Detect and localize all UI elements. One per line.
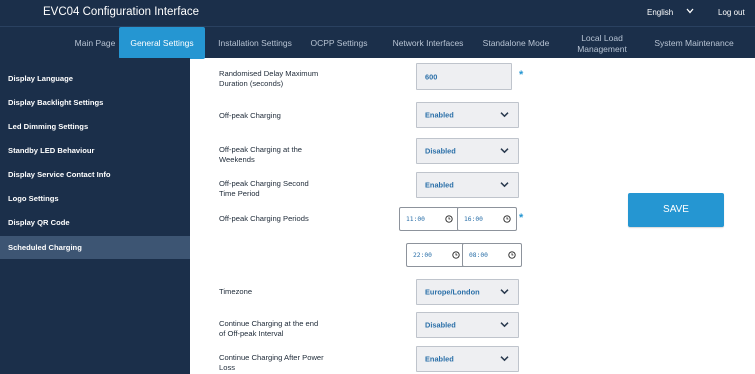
offpeak-second-select[interactable]: Enabled [416,172,519,198]
timezone-label: Timezone [219,287,253,296]
continue-end-label: Continue Charging at the end of Off-peak… [219,319,318,339]
sidebar-item-service-contact[interactable]: Display Service Contact Info [0,163,190,186]
save-button[interactable]: SAVE [628,193,724,227]
tab-system-maintenance[interactable]: System Maintenance [648,27,740,59]
continue-power-label: Continue Charging After Power Loss [219,353,324,373]
offpeak-second-label: Off-peak Charging Second Time Period [219,179,309,199]
chevron-down-icon [500,148,509,154]
period2-end-input[interactable]: 08:00 [462,243,522,267]
continue-end-select[interactable]: Disabled [416,312,519,338]
continue-power-label-line2: Loss [219,363,236,372]
period1-end-input[interactable]: 16:00 [457,207,517,231]
logout-link[interactable]: Log out [718,8,745,17]
offpeak-weekends-label-line2: Weekends [219,155,255,164]
required-asterisk: * [519,69,524,81]
sidebar-item-display-backlight[interactable]: Display Backlight Settings [0,91,190,114]
tab-ocpp-settings[interactable]: OCPP Settings [304,27,374,59]
random-delay-label: Randomised Delay Maximum Duration (secon… [219,69,318,89]
chevron-down-icon [500,322,509,328]
sidebar-item-display-qr[interactable]: Display QR Code [0,211,190,234]
clock-icon[interactable] [452,251,460,259]
chevron-down-icon [500,356,509,362]
random-delay-label-line2: Duration (seconds) [219,79,284,88]
tab-standalone-mode[interactable]: Standalone Mode [478,27,554,59]
clock-icon[interactable] [503,215,511,223]
timezone-select[interactable]: Europe/London [416,279,519,305]
offpeak-weekends-select[interactable]: Disabled [416,138,519,164]
continue-end-label-line2: of Off-peak Interval [219,329,284,338]
random-delay-label-line1: Randomised Delay Maximum [219,69,319,78]
offpeak-periods-label: Off-peak Charging Periods [219,214,309,223]
offpeak-second-label-line1: Off-peak Charging Second [219,179,309,188]
offpeak-second-label-line2: Time Period [219,189,260,198]
offpeak-charging-value: Enabled [425,110,454,120]
period1-start-input[interactable]: 11:00 [399,207,459,231]
tab-installation-settings[interactable]: Installation Settings [212,27,298,59]
period2-start-value: 22:00 [413,252,432,259]
period1-end-value: 16:00 [464,216,483,223]
continue-end-value: Disabled [425,320,456,330]
offpeak-charging-select[interactable]: Enabled [416,102,519,128]
tab-local-load-line2: Management [577,43,627,54]
sidebar-item-logo-settings[interactable]: Logo Settings [0,187,190,210]
main-nav: Main Page General Settings Installation … [0,26,755,59]
offpeak-weekends-value: Disabled [425,146,456,156]
chevron-down-icon [500,289,509,295]
sidebar: Display Language Display Backlight Setti… [0,58,190,374]
sidebar-item-led-dimming[interactable]: Led Dimming Settings [0,115,190,138]
tab-local-load-management[interactable]: Local Load Management [572,27,632,59]
clock-icon[interactable] [508,251,516,259]
app-title: EVC04 Configuration Interface [43,6,199,18]
random-delay-input[interactable]: 600 [416,63,512,90]
offpeak-weekends-label-line1: Off-peak Charging at the [219,145,303,154]
continue-end-label-line1: Continue Charging at the end [219,319,319,328]
offpeak-charging-label: Off-peak Charging [219,111,281,120]
continue-power-select[interactable]: Enabled [416,346,519,372]
sidebar-item-display-language[interactable]: Display Language [0,67,190,90]
tab-general-settings[interactable]: General Settings [119,27,205,59]
tab-local-load-line1: Local Load [581,33,623,43]
required-asterisk: * [519,212,524,224]
random-delay-value: 600 [425,72,438,81]
sidebar-item-standby-led[interactable]: Standby LED Behaviour [0,139,190,162]
language-chevron-down-icon[interactable] [686,7,694,16]
offpeak-weekends-label: Off-peak Charging at the Weekends [219,145,302,165]
period1-start-value: 11:00 [406,216,425,223]
continue-power-value: Enabled [425,354,454,364]
sidebar-item-scheduled-charging[interactable]: Scheduled Charging [0,236,190,259]
chevron-down-icon [500,112,509,118]
period2-end-value: 08:00 [469,252,488,259]
tab-network-interfaces[interactable]: Network Interfaces [388,27,468,59]
offpeak-second-value: Enabled [425,180,454,190]
top-bar: EVC04 Configuration Interface English Lo… [0,0,755,26]
chevron-down-icon [500,182,509,188]
continue-power-label-line1: Continue Charging After Power [219,353,324,362]
period2-start-input[interactable]: 22:00 [406,243,466,267]
language-select[interactable]: English [647,8,673,17]
clock-icon[interactable] [445,215,453,223]
app-root: EVC04 Configuration Interface English Lo… [0,0,755,374]
timezone-value: Europe/London [425,287,480,297]
